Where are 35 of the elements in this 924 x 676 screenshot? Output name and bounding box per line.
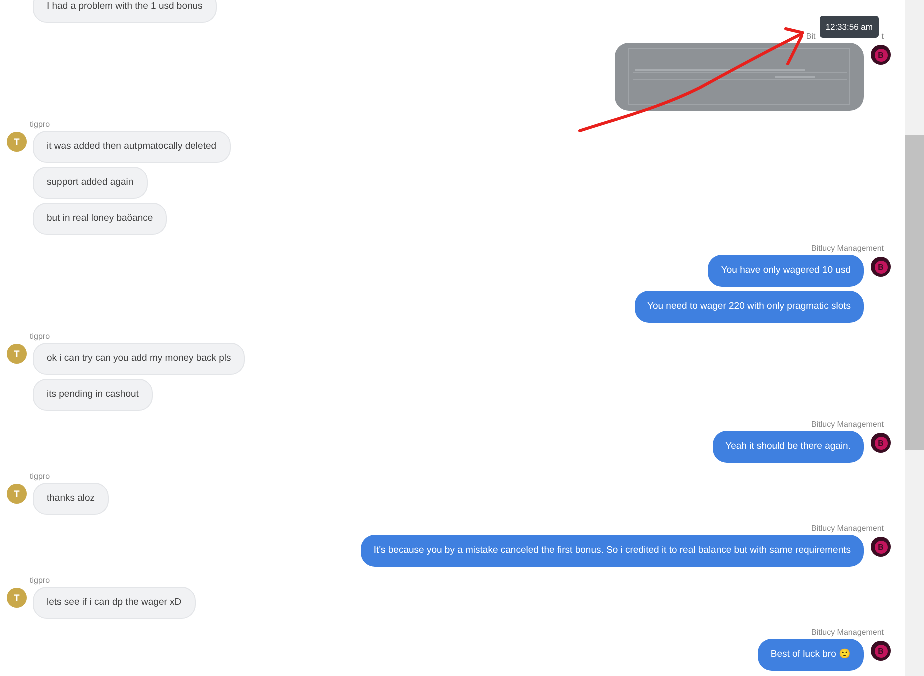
message-bubble: its pending in cashout (33, 379, 153, 411)
sender-name: Bitlucy Management (812, 244, 884, 253)
message-bubble: but in real loney baöance (33, 203, 168, 235)
sender-name: tigpro (30, 472, 50, 481)
message-bubble: I had a problem with the 1 usd bonus (33, 0, 217, 23)
avatar: T (7, 588, 27, 608)
sender-name: Bit (806, 32, 816, 41)
message-bubble: ok i can try can you add my money back pls (33, 343, 246, 375)
scrollbar-thumb[interactable] (905, 135, 924, 450)
avatar: B (871, 641, 891, 661)
timestamp-tooltip: 12:33:56 am (820, 16, 879, 38)
avatar: B (871, 45, 891, 65)
sender-name: tigpro (30, 576, 50, 585)
message-bubble: thanks aloz (33, 483, 110, 515)
message-bubble: Best of luck bro 🙂 (758, 639, 864, 671)
sender-name: Bitlucy Management (812, 524, 884, 533)
message-bubble: It's because you by a mistake canceled the first bonus. So i credited it to real balance but with same requirements (360, 535, 864, 567)
message-bubble: support added again (33, 167, 148, 199)
sender-name: tigpro (30, 332, 50, 341)
scrollbar[interactable] (905, 0, 924, 676)
sender-name: Bitlucy Management (812, 420, 884, 429)
sender-name: t (882, 32, 884, 41)
message-bubble: Yeah it should be there again. (712, 431, 864, 463)
sender-name: Bitlucy Management (812, 628, 884, 637)
avatar: T (7, 344, 27, 364)
avatar: B (871, 537, 891, 557)
message-bubble: lets see if i can dp the wager xD (33, 587, 196, 619)
avatar: B (871, 433, 891, 453)
message-bubble: You have only wagered 10 usd (708, 255, 864, 287)
avatar: T (7, 484, 27, 504)
avatar: T (7, 132, 27, 152)
message-bubble: it was added then autpmatocally deleted (33, 131, 231, 163)
sender-name: tigpro (30, 120, 50, 129)
message-bubble: You need to wager 220 with only pragmatic slots (634, 291, 864, 323)
avatar: B (871, 257, 891, 277)
